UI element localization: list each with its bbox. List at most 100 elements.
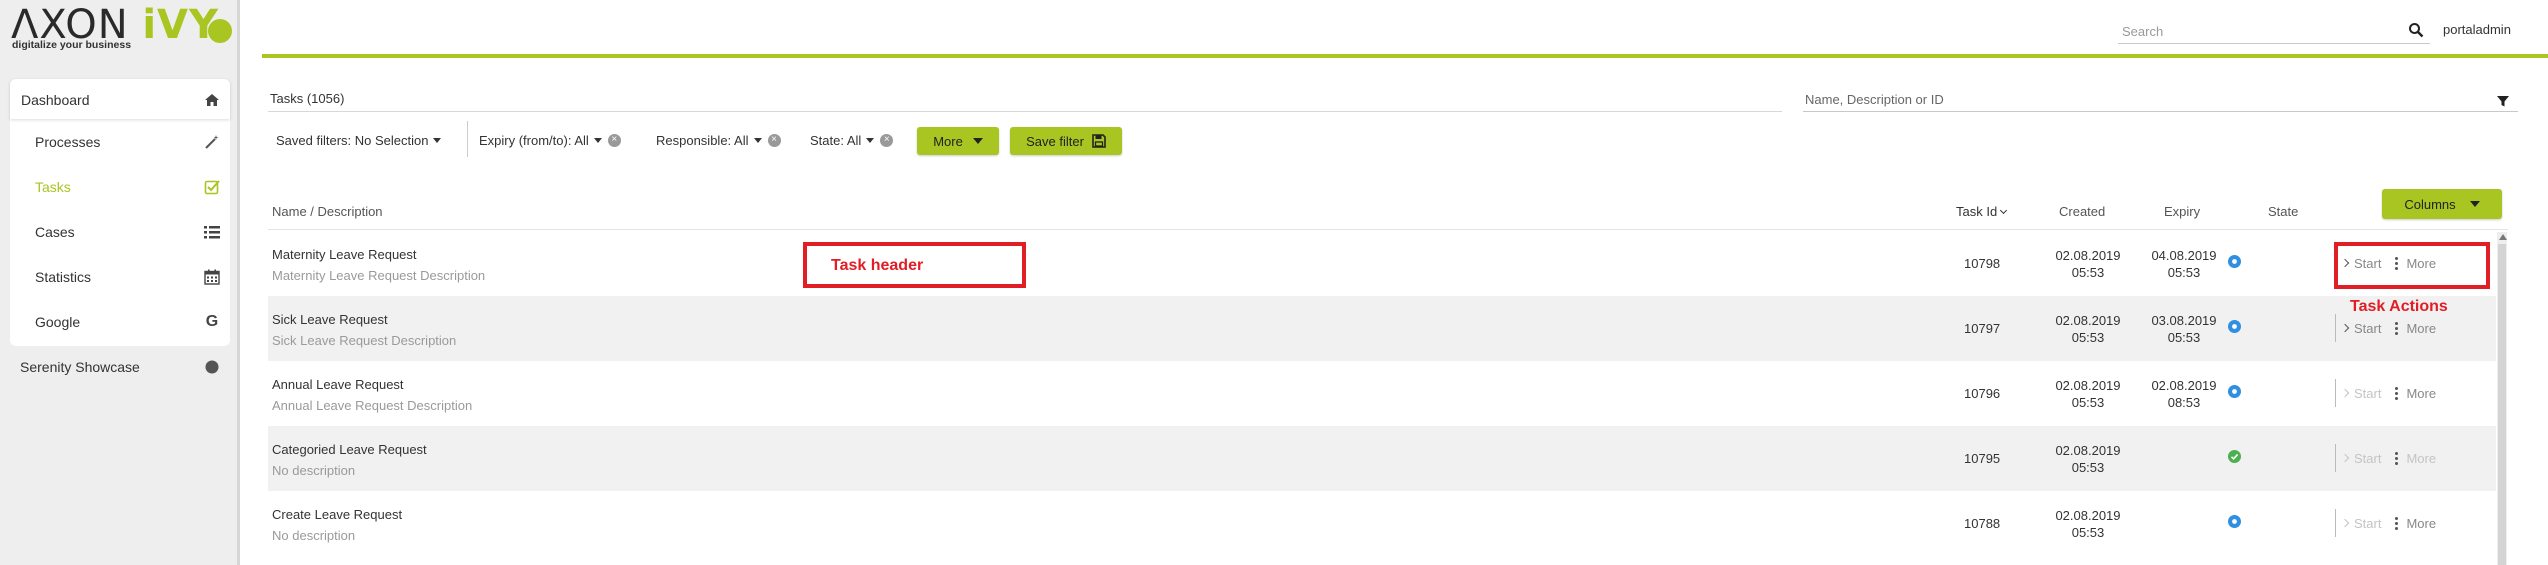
task-name[interactable]: Create Leave Request (272, 507, 402, 522)
saved-filters-dropdown[interactable]: Saved filters: No Selection (276, 130, 442, 150)
created-date: 02.08.2019 (2055, 248, 2121, 263)
expiry-filter-label: Expiry (from/to): All (479, 132, 589, 148)
state-filter[interactable]: State: All × (810, 130, 894, 150)
sidebar-item-cases[interactable]: Cases (35, 210, 221, 254)
task-name[interactable]: Categoried Leave Request (272, 442, 427, 457)
save-filter-label: Save filter (1026, 133, 1084, 149)
task-row[interactable]: Annual Leave Request Annual Leave Request… (268, 361, 2496, 426)
sidebar-item-label: Tasks (35, 179, 71, 195)
task-created: 02.08.2019 05:53 (2048, 312, 2128, 346)
list-icon (203, 223, 221, 241)
chevron-right-icon (2340, 388, 2350, 398)
clear-filter-icon[interactable]: × (607, 133, 621, 147)
more-actions-button[interactable]: More (2381, 516, 2436, 531)
chevron-down-icon (433, 137, 442, 143)
start-button[interactable]: Start (2340, 516, 2381, 531)
page-title: Tasks (1056) (270, 91, 345, 106)
responsible-filter[interactable]: Responsible: All × (656, 130, 781, 150)
task-row[interactable]: Maternity Leave Request Maternity Leave R… (268, 231, 2496, 296)
divider (268, 111, 1782, 112)
column-header-expiry[interactable]: Expiry (2164, 204, 2200, 219)
task-name[interactable]: Sick Leave Request (272, 312, 388, 327)
expiry-filter[interactable]: Expiry (from/to): All × (479, 130, 621, 150)
created-time: 05:53 (2071, 395, 2105, 410)
more-vertical-icon (2395, 321, 2399, 335)
start-button[interactable]: Start (2340, 451, 2381, 466)
calendar-icon (203, 268, 221, 286)
more-actions-button[interactable]: More (2381, 321, 2436, 336)
more-label: More (2406, 385, 2437, 401)
more-vertical-icon (2395, 516, 2399, 530)
start-button[interactable]: Start (2340, 321, 2381, 336)
saved-filters-label: Saved filters: No Selection (276, 132, 429, 148)
created-date: 02.08.2019 (2055, 508, 2121, 523)
task-expiry: 03.08.2019 05:53 (2144, 312, 2224, 346)
task-actions: Start More (2335, 314, 2436, 342)
task-created: 02.08.2019 05:53 (2048, 377, 2128, 411)
chevron-down-icon (593, 137, 602, 143)
more-label: More (2406, 515, 2437, 531)
task-expiry: 04.08.2019 05:53 (2144, 247, 2224, 281)
global-search (2118, 18, 2430, 44)
columns-button-label: Columns (2404, 196, 2456, 212)
chevron-right-icon (2340, 518, 2350, 528)
sidebar-item-dashboard[interactable]: Dashboard (21, 78, 221, 122)
home-icon (203, 91, 221, 109)
funnel-icon[interactable] (2496, 94, 2510, 108)
sidebar-item-label: Cases (35, 224, 75, 240)
logo-accent: iVY (142, 2, 219, 48)
clear-filter-icon[interactable]: × (767, 133, 781, 147)
columns-button[interactable]: Columns (2382, 189, 2502, 219)
scroll-up-arrow-icon[interactable] (2499, 234, 2507, 240)
chevron-down-icon (753, 137, 762, 143)
start-label: Start (2354, 385, 2382, 401)
task-description: Annual Leave Request Description (272, 398, 473, 413)
expiry-date: 04.08.2019 (2151, 248, 2217, 263)
logo-tagline: digitalize your business (12, 39, 132, 51)
task-row[interactable]: Categoried Leave Request No description 10… (268, 426, 2496, 491)
column-header-state[interactable]: State (2268, 204, 2298, 219)
column-header-name[interactable]: Name / Description (272, 204, 383, 219)
divider (467, 121, 468, 157)
task-filter-field (1803, 88, 2518, 112)
sidebar-item-statistics[interactable]: Statistics (35, 255, 221, 299)
task-name[interactable]: Annual Leave Request (272, 377, 404, 392)
sidebar-item-google[interactable]: Google G (35, 300, 221, 344)
column-header-task-id-label: Task Id (1956, 204, 1998, 219)
task-id: 10788 (1964, 516, 2001, 531)
column-header-created[interactable]: Created (2059, 204, 2105, 219)
more-actions-button[interactable]: More (2381, 386, 2436, 401)
expiry-time: 08:53 (2167, 395, 2201, 410)
more-filters-button[interactable]: More (917, 127, 999, 155)
task-filter-input[interactable] (1805, 90, 2445, 108)
created-time: 05:53 (2071, 265, 2105, 280)
task-name[interactable]: Maternity Leave Request (272, 247, 417, 262)
expiry-date: 02.08.2019 (2151, 378, 2217, 393)
clear-filter-icon[interactable]: × (880, 133, 894, 147)
header-accent-line (262, 54, 2548, 58)
task-id: 10796 (1964, 386, 2001, 401)
task-id: 10795 (1964, 451, 2001, 466)
task-actions-annotation-box (2334, 242, 2490, 289)
sidebar-item-processes[interactable]: Processes (35, 120, 221, 164)
start-button[interactable]: Start (2340, 385, 2382, 401)
more-actions-button[interactable]: More (2381, 451, 2436, 466)
search-input[interactable] (2122, 22, 2392, 40)
chevron-right-icon (2340, 323, 2350, 333)
sidebar-item-serenity-showcase[interactable]: Serenity Showcase (20, 345, 221, 389)
task-actions-annotation: Task Actions (2350, 298, 2448, 315)
task-created: 02.08.2019 05:53 (2048, 507, 2128, 541)
task-row[interactable]: Create Leave Request No description 10788 0… (268, 491, 2496, 556)
column-header-task-id[interactable]: Task Id (1956, 204, 2008, 219)
created-date: 02.08.2019 (2055, 378, 2121, 393)
task-row[interactable]: Sick Leave Request Sick Leave Request Des… (268, 296, 2496, 361)
scrollbar-thumb[interactable] (2498, 244, 2506, 565)
task-actions: Start More (2335, 379, 2436, 407)
search-icon[interactable] (2408, 22, 2424, 38)
created-time: 05:53 (2071, 330, 2105, 345)
chevron-down-icon (2469, 201, 2480, 207)
state-open-icon (2228, 320, 2241, 333)
save-filter-button[interactable]: Save filter (1010, 127, 1122, 155)
user-menu[interactable]: portaladmin (2443, 22, 2511, 37)
sidebar-item-tasks[interactable]: Tasks (35, 165, 221, 209)
